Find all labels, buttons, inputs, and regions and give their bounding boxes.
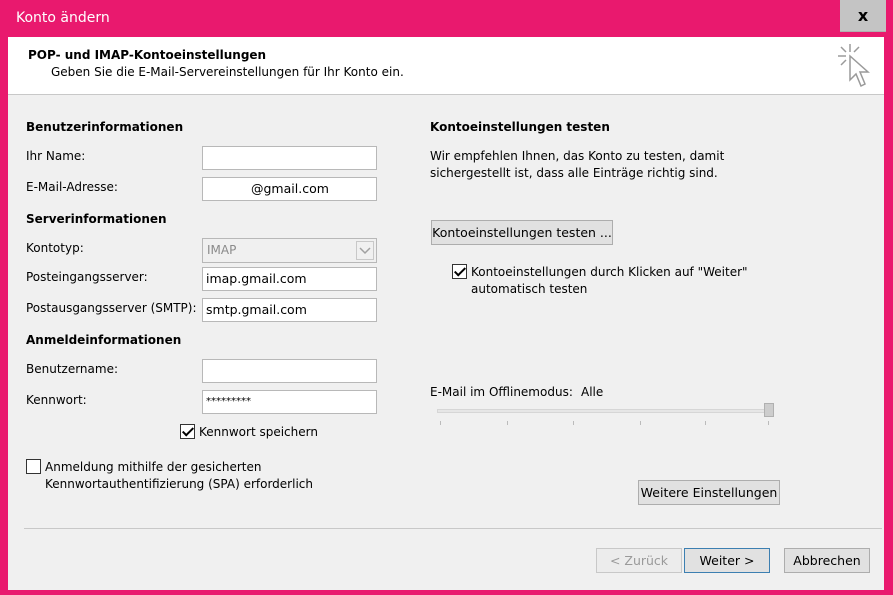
slider-tick bbox=[768, 421, 769, 425]
slider-tick bbox=[705, 421, 706, 425]
auto-test-label-line1: Kontoeinstellungen durch Klicken auf "We… bbox=[471, 265, 748, 279]
incoming-server-field[interactable]: imap.gmail.com bbox=[202, 267, 377, 291]
slider-tick bbox=[640, 421, 641, 425]
offline-slider-thumb[interactable] bbox=[764, 403, 774, 417]
dialog-body: POP- und IMAP-Kontoeinstellungen Geben S… bbox=[8, 37, 884, 590]
test-desc-line2: sichergestellt ist, dass alle Einträge r… bbox=[430, 166, 718, 180]
email-label: E-Mail-Adresse: bbox=[26, 180, 118, 194]
server-info-heading: Serverinformationen bbox=[26, 212, 167, 226]
account-type-select: IMAP bbox=[202, 238, 377, 263]
username-field[interactable] bbox=[202, 359, 377, 383]
incoming-server-label: Posteingangsserver: bbox=[26, 270, 148, 284]
back-button[interactable]: < Zurück bbox=[596, 548, 682, 573]
header-subtitle: Geben Sie die E-Mail-Servereinstellungen… bbox=[51, 65, 404, 79]
dialog-header: POP- und IMAP-Kontoeinstellungen Geben S… bbox=[8, 37, 884, 95]
spa-label-line1: Anmeldung mithilfe der gesicherten bbox=[45, 460, 262, 474]
spa-checkbox[interactable] bbox=[26, 459, 41, 474]
slider-tick bbox=[573, 421, 574, 425]
login-info-heading: Anmeldeinformationen bbox=[26, 333, 182, 347]
remember-password-label: Kennwort speichern bbox=[199, 425, 318, 439]
spa-label-line2: Kennwortauthentifizierung (SPA) erforder… bbox=[45, 477, 313, 491]
window-title: Konto ändern bbox=[16, 10, 110, 26]
close-icon: x bbox=[857, 6, 869, 25]
email-field[interactable]: @gmail.com bbox=[202, 177, 377, 201]
outgoing-server-field[interactable]: smtp.gmail.com bbox=[202, 298, 377, 322]
name-label: Ihr Name: bbox=[26, 149, 86, 163]
auto-test-checkbox[interactable] bbox=[452, 264, 467, 279]
slider-tick bbox=[440, 421, 441, 425]
test-account-button[interactable]: Kontoeinstellungen testen ... bbox=[431, 220, 613, 245]
remember-password-checkbox[interactable] bbox=[180, 424, 195, 439]
title-bar: Konto ändern bbox=[0, 0, 893, 37]
offline-label: E-Mail im Offlinemodus: bbox=[430, 385, 573, 399]
chevron-down-icon bbox=[356, 241, 374, 260]
password-field[interactable]: ********* bbox=[202, 390, 377, 414]
header-title: POP- und IMAP-Kontoeinstellungen bbox=[28, 48, 267, 62]
account-type-label: Kontotyp: bbox=[26, 241, 84, 255]
test-heading: Kontoeinstellungen testen bbox=[430, 120, 610, 134]
footer-divider bbox=[24, 528, 882, 529]
cursor-click-icon bbox=[838, 44, 870, 88]
offline-value: Alle bbox=[581, 385, 604, 399]
name-field[interactable] bbox=[202, 146, 377, 170]
offline-slider-track[interactable] bbox=[437, 409, 774, 413]
close-button[interactable]: x bbox=[840, 0, 886, 32]
auto-test-label-line2: automatisch testen bbox=[471, 282, 588, 296]
next-button[interactable]: Weiter > bbox=[684, 548, 770, 573]
account-type-value: IMAP bbox=[207, 243, 237, 257]
password-label: Kennwort: bbox=[26, 393, 87, 407]
outgoing-server-label: Postausgangsserver (SMTP): bbox=[26, 301, 197, 315]
test-desc-line1: Wir empfehlen Ihnen, das Konto zu testen… bbox=[430, 149, 725, 163]
slider-tick bbox=[507, 421, 508, 425]
cancel-button[interactable]: Abbrechen bbox=[784, 548, 870, 573]
more-settings-button[interactable]: Weitere Einstellungen bbox=[638, 480, 780, 505]
username-label: Benutzername: bbox=[26, 362, 119, 376]
user-info-heading: Benutzerinformationen bbox=[26, 120, 184, 134]
